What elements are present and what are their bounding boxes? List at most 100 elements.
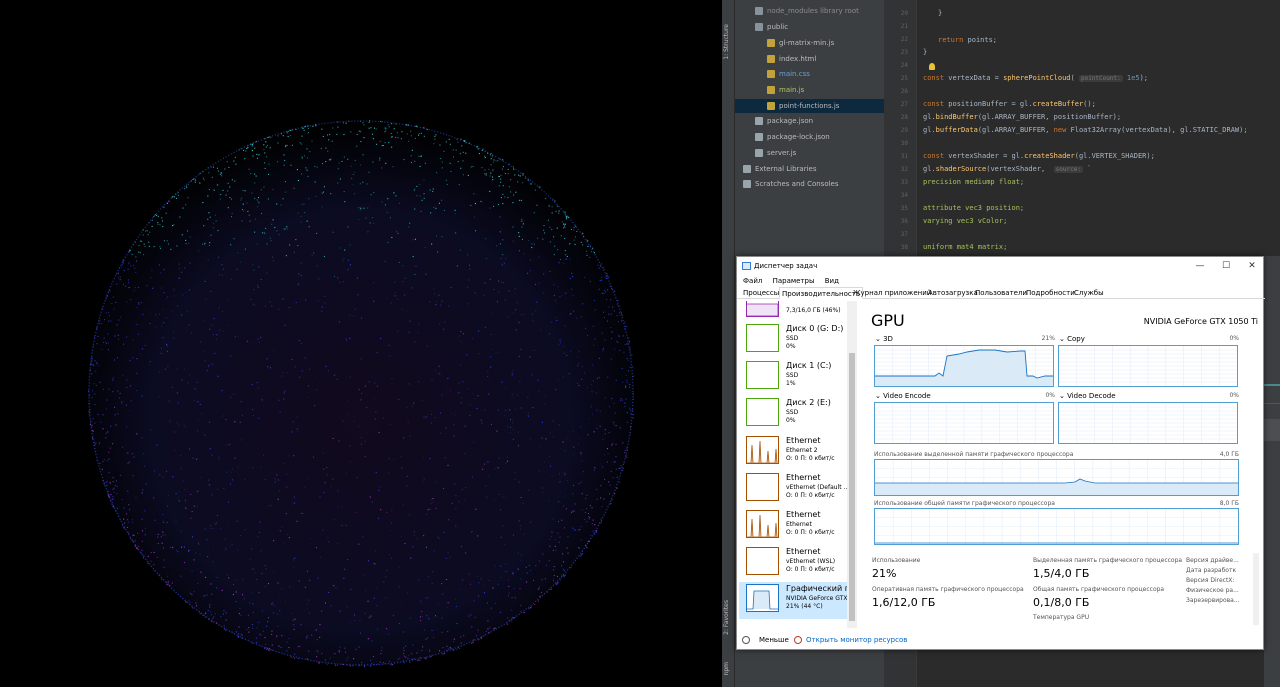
tree-item[interactable]: External Libraries [735, 162, 817, 176]
tab-app-history[interactable]: Журнал приложений [851, 287, 933, 299]
menu-file[interactable]: Файл [743, 277, 762, 285]
point [241, 197, 243, 199]
tab-processes[interactable]: Процессы [741, 287, 781, 299]
point [293, 624, 295, 626]
point [478, 153, 480, 155]
resource-item[interactable]: 7,3/16,0 ГБ (46%) [739, 301, 856, 324]
resource-item[interactable]: Ethernet Ethernet О: 0 П: 0 кбит/с [739, 508, 856, 545]
chevron-down-icon[interactable]: ⌄ [875, 392, 883, 400]
tree-item[interactable]: server.js [735, 146, 796, 160]
point [301, 157, 303, 159]
chevron-down-icon[interactable]: ⌄ [875, 335, 883, 343]
dedicated-memory-graph[interactable] [874, 459, 1239, 496]
point [199, 613, 201, 615]
point [610, 327, 612, 329]
close-button[interactable]: ✕ [1239, 257, 1265, 275]
point [624, 328, 626, 330]
tree-item-label: server.js [767, 149, 797, 157]
line-number: 25 [900, 75, 908, 82]
tab-startup[interactable]: Автозагрузка [926, 287, 980, 299]
point [256, 199, 258, 201]
resource-item[interactable]: Графический п NVIDIA GeForce GTX 21% (44 °… [739, 582, 856, 620]
point [528, 239, 530, 241]
point [113, 491, 115, 493]
line-number: 38 [900, 244, 908, 251]
scrollbar-thumb[interactable] [849, 353, 855, 621]
tree-item[interactable]: package-lock.json [735, 130, 830, 144]
point [184, 267, 186, 269]
point [518, 520, 520, 522]
tree-item[interactable]: main.css [735, 67, 810, 81]
webgl-canvas[interactable] [0, 0, 722, 687]
point [221, 390, 223, 392]
tab-details[interactable]: Подробности [1024, 287, 1077, 299]
chevron-down-icon[interactable]: ⌄ [1059, 392, 1067, 400]
point [567, 552, 569, 554]
menu-options[interactable]: Параметры [773, 277, 815, 285]
title-bar[interactable]: Диспетчер задач — ☐ ✕ [737, 257, 1265, 275]
point [349, 665, 351, 667]
point [162, 476, 164, 478]
tree-item[interactable]: public [735, 20, 788, 34]
tree-item[interactable]: point-functions.js [735, 99, 884, 113]
info-scrollbar[interactable] [1253, 553, 1259, 625]
fewer-details-button[interactable]: Меньше [759, 630, 789, 650]
point [492, 169, 494, 171]
point [316, 656, 318, 658]
engine-decode-graph[interactable] [1058, 402, 1238, 444]
engine-3d-name[interactable]: 3D [883, 335, 893, 343]
point [200, 571, 202, 573]
tree-item[interactable]: Scratches and Consoles [735, 177, 839, 191]
point [254, 572, 256, 574]
point [251, 192, 253, 194]
engine-3d-graph[interactable] [874, 345, 1054, 387]
resource-list-scrollbar[interactable] [847, 301, 857, 628]
tree-item[interactable]: package.json [735, 114, 813, 128]
menu-view[interactable]: Вид [825, 277, 839, 285]
point [347, 657, 349, 659]
resource-item[interactable]: Ethernet vEthernet (Default ... О: 0 П: 0 … [739, 471, 856, 508]
npm-tab[interactable]: npm [723, 662, 730, 675]
point [293, 496, 295, 498]
point [92, 418, 94, 420]
shared-memory-graph[interactable] [874, 508, 1239, 545]
point [435, 207, 437, 209]
tab-services[interactable]: Службы [1072, 287, 1106, 299]
open-resource-monitor-link[interactable]: Открыть монитор ресурсов [806, 630, 907, 650]
resource-item[interactable]: Диск 1 (C:) SSD 1% [739, 359, 856, 396]
point [498, 176, 500, 178]
minimize-button[interactable]: — [1187, 257, 1213, 275]
point [488, 393, 490, 395]
point [502, 203, 504, 205]
point [252, 155, 254, 157]
engine-encode-name[interactable]: Video Encode [883, 392, 931, 400]
engine-copy-name[interactable]: Copy [1067, 335, 1085, 343]
chevron-up-icon[interactable] [742, 636, 750, 644]
tree-item[interactable]: node_modules library root [735, 4, 859, 18]
resource-item[interactable]: Диск 0 (G: D:) SSD 0% [739, 322, 856, 359]
favorites-tab[interactable]: 2: Favorites [723, 600, 730, 635]
tab-users[interactable]: Пользователи [973, 287, 1029, 299]
engine-copy-graph[interactable] [1058, 345, 1238, 387]
point [113, 359, 115, 361]
maximize-button[interactable]: ☐ [1213, 257, 1239, 275]
point [448, 305, 450, 307]
chevron-down-icon[interactable]: ⌄ [1059, 335, 1067, 343]
tree-item[interactable]: gl-matrix-min.js [735, 36, 834, 50]
engine-decode-name[interactable]: Video Decode [1067, 392, 1115, 400]
point [99, 319, 101, 321]
engine-encode-graph[interactable] [874, 402, 1054, 444]
point [371, 640, 373, 642]
lightbulb-icon[interactable] [929, 63, 935, 70]
point [122, 283, 124, 285]
gpu-title: GPU [871, 311, 905, 330]
structure-tab[interactable]: 1: Structure [723, 24, 730, 60]
resource-item[interactable]: Диск 2 (E:) SSD 0% [739, 396, 856, 433]
resource-item[interactable]: Ethernet Ethernet 2 О: 0 П: 0 кбит/с [739, 434, 856, 471]
tree-item-label: public [767, 23, 789, 31]
point [264, 162, 266, 164]
resource-item[interactable]: Ethernet vEthernet (WSL) О: 0 П: 0 кбит/с [739, 545, 856, 582]
tree-item[interactable]: index.html [735, 52, 816, 66]
tree-item[interactable]: main.js [735, 83, 804, 97]
point [341, 524, 343, 526]
